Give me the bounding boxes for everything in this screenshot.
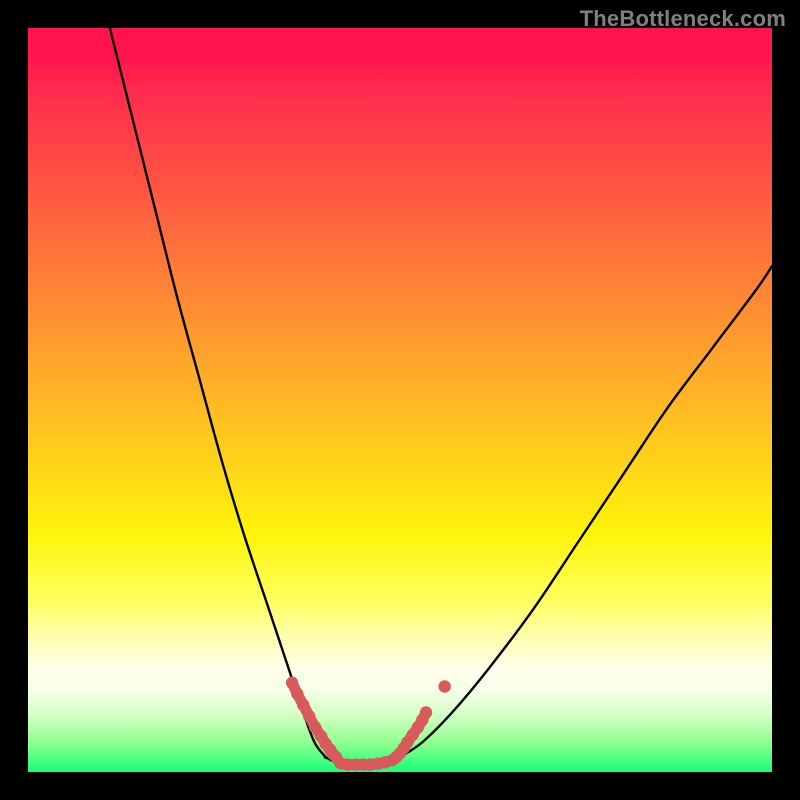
bottleneck-curve [110,28,772,765]
chart-frame: TheBottleneck.com [0,0,800,800]
curve-layer [28,28,772,772]
highlight-markers [286,677,451,771]
plot-area [28,28,772,772]
